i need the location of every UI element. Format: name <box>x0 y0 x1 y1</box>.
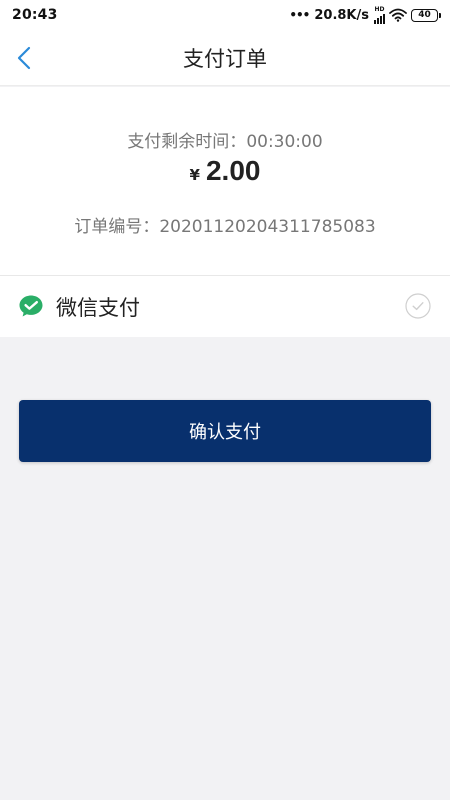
currency-symbol: ¥ <box>189 166 200 184</box>
countdown-row: 支付剩余时间：00:30:00 <box>0 127 450 152</box>
status-bar: 20:43 ••• 20.8K/s HD 40 <box>0 0 450 30</box>
payment-method-wechat[interactable]: 微信支付 <box>0 276 450 337</box>
notification-dots: ••• <box>289 8 310 22</box>
confirm-payment-button[interactable]: 确认支付 <box>19 400 431 462</box>
amount-row: ¥ 2.00 <box>0 155 450 187</box>
wifi-icon <box>389 8 407 22</box>
check-circle-icon[interactable] <box>405 293 431 319</box>
cellular-signal-icon: HD <box>374 6 385 24</box>
status-time: 20:43 <box>12 7 58 23</box>
order-number-label: 订单编号： <box>74 217 160 237</box>
battery-icon: 40 <box>411 8 441 22</box>
countdown-label: 支付剩余时间： <box>127 132 247 152</box>
network-speed: 20.8K/s <box>314 7 369 23</box>
payment-method-label: 微信支付 <box>56 295 140 320</box>
order-number: 20201120204311785083 <box>159 217 376 237</box>
nav-bar: 支付订单 <box>0 30 450 86</box>
payment-amount: 2.00 <box>205 155 261 186</box>
battery-level: 40 <box>418 9 431 20</box>
signal-bars-icon <box>374 13 385 24</box>
wechat-pay-icon <box>19 295 43 317</box>
order-info: 支付剩余时间：00:30:00 ¥ 2.00 订单编号：202011202043… <box>0 87 450 275</box>
countdown-value: 00:30:00 <box>246 132 323 152</box>
page-title: 支付订单 <box>183 47 267 71</box>
order-number-row: 订单编号：20201120204311785083 <box>0 212 450 237</box>
status-indicators: ••• 20.8K/s HD 40 <box>289 6 441 24</box>
